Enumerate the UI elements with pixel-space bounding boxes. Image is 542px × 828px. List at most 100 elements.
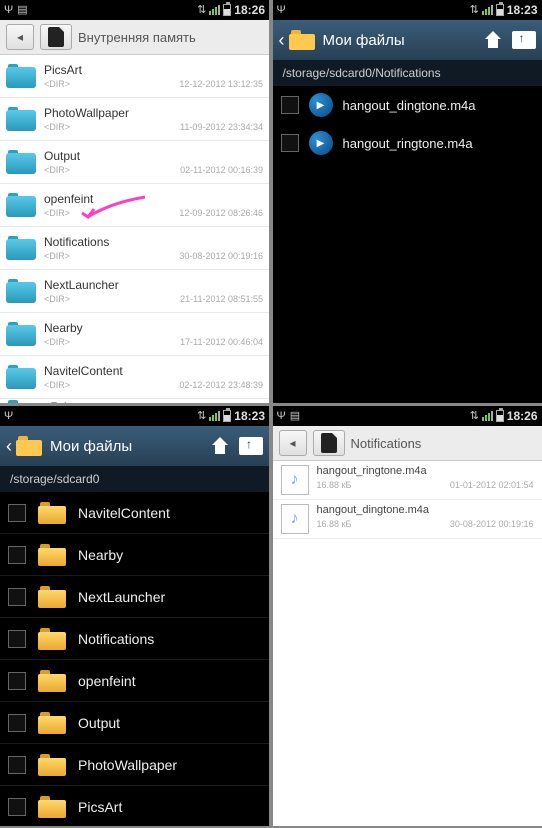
path-bar[interactable]: /storage/sdcard0/Notifications [273,60,542,86]
status-time: 18:26 [507,409,538,423]
status-bar: Ψ ⇅ 18:23 [0,406,269,426]
list-item[interactable]: Notifications<DIR>30-08-2012 00:19:16 [0,227,269,270]
list-item[interactable]: openfeint [0,660,269,702]
item-name: Output [78,715,120,731]
item-ts: 02-12-2012 23:48:39 [179,380,263,390]
sdcard-icon [321,433,337,453]
back-button[interactable]: ◂ [6,24,34,50]
list-item[interactable]: NavitelContent [0,492,269,534]
item-name: openfeint [78,673,136,689]
item-dir: <DIR> [44,251,70,261]
folder-icon [289,30,315,50]
signal-icon [209,411,220,421]
folder-icon [16,436,42,456]
list-item[interactable]: Output [0,702,269,744]
checkbox[interactable] [8,630,26,648]
list-item[interactable]: PicsArt [0,786,269,826]
pane-filemanager-light: Ψ ▤ ⇅ 18:26 ◂ Внутренняя память PicsArt<… [0,0,269,403]
up-button[interactable] [512,31,536,49]
folder-icon [6,150,36,174]
back-chevron-icon[interactable]: ‹ [279,30,285,51]
checkbox[interactable] [8,546,26,564]
list-item[interactable]: hangout_ringtone.m4a 16.88 кБ01-01-2012 … [273,461,542,500]
item-name: PicsArt [78,799,122,815]
item-dir: <DIR> [44,79,70,89]
file-list[interactable]: hangout_dingtone.m4a hangout_ringtone.m4… [273,86,542,403]
wifi-icon: ⇅ [470,5,479,16]
item-dir: <DIR> [44,294,70,304]
item-name: NavitelContent [78,505,170,521]
back-button[interactable]: ◂ [279,430,307,456]
folder-list[interactable]: PicsArt<DIR>12-12-2012 13:12:35 PhotoWal… [0,55,269,403]
back-chevron-icon[interactable]: ‹ [6,436,12,457]
checkbox[interactable] [8,588,26,606]
folder-icon [6,107,36,131]
item-name: PhotoWallpaper [44,106,263,120]
folder-icon [38,628,66,650]
home-button[interactable] [209,437,231,455]
folder-icon [6,64,36,88]
item-dir: <DIR> [44,122,70,132]
checkbox[interactable] [8,672,26,690]
signal-icon [482,5,493,15]
audio-icon [309,131,333,155]
usb-icon: Ψ [4,411,13,422]
list-item[interactable]: NavitelContent<DIR>02-12-2012 23:48:39 [0,356,269,399]
folder-icon [38,544,66,566]
status-time: 18:23 [234,409,265,423]
audio-icon [309,93,333,117]
drive-button[interactable] [313,430,345,456]
list-item[interactable]: Notifications [0,618,269,660]
home-button[interactable] [482,31,504,49]
list-item[interactable]: hangout_dingtone.m4a [273,86,542,124]
list-item[interactable]: PhotoWallpaper <DIR> 11-09-2012 23:34:34 [0,98,269,141]
list-item[interactable]: NextLauncher<DIR>21-11-2012 08:51:55 [0,270,269,313]
list-item[interactable]: Nearby [0,534,269,576]
list-item[interactable]: hangout_dingtone.m4a 16.88 кБ30-08-2012 … [273,500,542,539]
list-item[interactable]: Nearby<DIR>17-11-2012 00:46:04 [0,313,269,356]
checkbox[interactable] [281,134,299,152]
file-size: 16.88 кБ [317,519,352,529]
file-list[interactable]: hangout_ringtone.m4a 16.88 кБ01-01-2012 … [273,461,542,826]
item-name: openfeint [44,192,263,206]
drive-button[interactable] [40,24,72,50]
list-item[interactable]: NextLauncher [0,576,269,618]
item-ts: 02-11-2012 00:16:39 [180,165,263,175]
item-name: PicsArt [44,63,263,77]
folder-icon [6,400,36,403]
path-bar[interactable]: /storage/sdcard0 [0,466,269,492]
battery-icon [496,410,504,422]
folder-icon [6,322,36,346]
status-time: 18:23 [507,3,538,17]
item-dir: <DIR> [44,165,70,175]
battery-icon [223,4,231,16]
list-item[interactable]: PhotoWallpaper [0,744,269,786]
folder-icon [38,796,66,818]
item-name: Output [44,149,263,163]
checkbox[interactable] [8,798,26,816]
checkbox[interactable] [8,756,26,774]
wifi-icon: ⇅ [197,5,206,16]
list-item[interactable]: hangout_ringtone.m4a [273,124,542,162]
file-ts: 01-01-2012 02:01:54 [450,480,534,490]
file-name: hangout_dingtone.m4a [343,98,476,113]
up-button[interactable] [239,437,263,455]
item-dir: <DIR> [44,337,70,347]
toolbar: ‹ Мои файлы [273,20,542,60]
list-item[interactable]: n7player [0,399,269,403]
battery-icon [223,410,231,422]
pane-myfiles-notifications: Ψ ⇅ 18:23 ‹ Мои файлы /storage/sdcard0/N… [273,0,542,403]
list-item[interactable]: PicsArt<DIR>12-12-2012 13:12:35 [0,55,269,98]
item-name: Notifications [78,631,154,647]
item-ts: 11-09-2012 23:34:34 [180,122,263,132]
checkbox[interactable] [281,96,299,114]
list-item[interactable]: Output <DIR> 02-11-2012 00:16:39 [0,141,269,184]
item-name: NextLauncher [78,589,165,605]
music-note-icon [281,465,309,495]
folder-list[interactable]: NavitelContent Nearby NextLauncher Notif… [0,492,269,826]
list-item[interactable]: openfeint<DIR>12-09-2012 08:26:46 [0,184,269,227]
folder-icon [38,586,66,608]
checkbox[interactable] [8,504,26,522]
checkbox[interactable] [8,714,26,732]
status-bar: Ψ ▤ ⇅ 18:26 [0,0,269,20]
